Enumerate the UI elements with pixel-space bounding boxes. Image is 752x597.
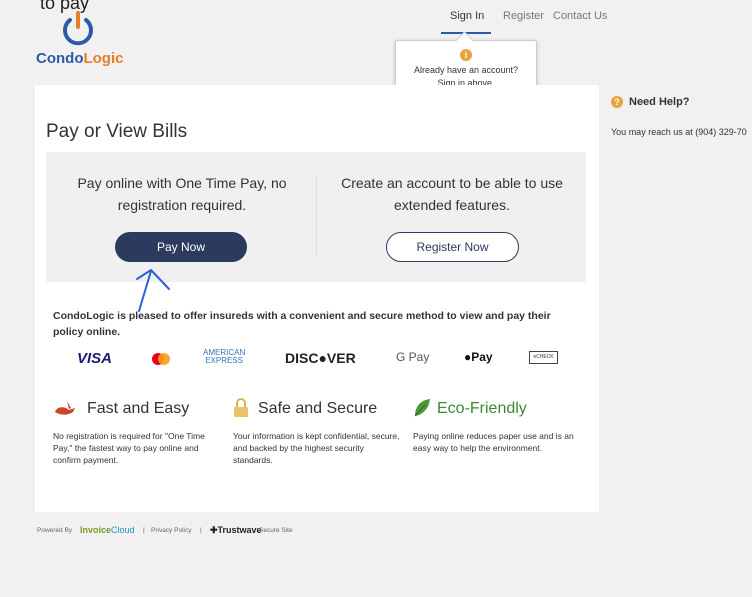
help-question-icon: ? bbox=[611, 96, 623, 108]
rabbit-icon bbox=[55, 401, 75, 415]
trustwave-icon: ✚ bbox=[210, 525, 218, 535]
logo-wordmark: CondoLogic bbox=[36, 50, 123, 67]
discover-logo: DISC●VER bbox=[285, 350, 356, 366]
nav-sign-in[interactable]: Sign In bbox=[450, 10, 484, 22]
tooltip-line-1: Already have an account? bbox=[413, 65, 519, 75]
help-title: Need Help? bbox=[629, 96, 690, 108]
footer-separator: | bbox=[143, 527, 145, 534]
privacy-policy-link[interactable]: Privacy Policy bbox=[151, 527, 191, 534]
feature-desc-secure: Your information is kept confidential, s… bbox=[233, 431, 400, 465]
nav-register[interactable]: Register bbox=[503, 10, 544, 22]
leaf-icon bbox=[414, 399, 430, 417]
feature-desc-fast: No registration is required for "One Tim… bbox=[53, 431, 205, 465]
visa-logo: VISA bbox=[77, 350, 113, 367]
apple-pay-logo: ●Pay bbox=[464, 350, 493, 364]
panel-divider bbox=[316, 174, 317, 258]
footer-separator: | bbox=[200, 527, 202, 534]
invoicecloud-part-2: Cloud bbox=[111, 525, 135, 535]
help-contact-text: You may reach us at (904) 329-70 bbox=[611, 127, 747, 137]
invoicecloud-logo: InvoiceCloud bbox=[80, 525, 135, 535]
trustwave-label: Trustwave bbox=[217, 525, 262, 535]
nav-contact-us[interactable]: Contact Us bbox=[553, 10, 607, 22]
invoicecloud-part-1: Invoice bbox=[80, 525, 112, 535]
echeck-logo: eCHECK bbox=[529, 351, 558, 364]
trustwave-logo: ✚Trustwave bbox=[210, 525, 262, 536]
google-pay-logo: G Pay bbox=[396, 350, 430, 364]
info-icon: i bbox=[460, 49, 472, 61]
one-time-pay-description: Pay online with One Time Pay, no registr… bbox=[77, 175, 287, 213]
mastercard-icon bbox=[152, 353, 170, 365]
page-title: Pay or View Bills bbox=[46, 121, 188, 142]
logo-part-condo: Condo bbox=[36, 50, 84, 67]
amex-line-2: EXPRESS bbox=[205, 356, 244, 365]
amex-logo: AMERICAN EXPRESS bbox=[203, 349, 245, 365]
powered-by-label: Powered By bbox=[37, 527, 73, 534]
create-account-description: Create an account to be able to use exte… bbox=[341, 175, 563, 213]
feature-desc-eco: Paying online reduces paper use and is a… bbox=[413, 431, 574, 453]
feature-title-secure: Safe and Secure bbox=[258, 400, 378, 417]
lock-icon bbox=[234, 398, 248, 417]
intro-text: CondoLogic is pleased to offer insureds … bbox=[53, 310, 551, 338]
feature-title-fast: Fast and Easy bbox=[87, 400, 190, 417]
pay-now-button[interactable]: Pay Now bbox=[115, 232, 247, 262]
power-icon bbox=[63, 11, 93, 46]
register-now-button[interactable]: Register Now bbox=[386, 232, 519, 262]
secure-site-label: Secure Site bbox=[259, 527, 293, 534]
feature-title-eco: Eco-Friendly bbox=[437, 400, 527, 417]
logo-part-logic: Logic bbox=[83, 50, 124, 67]
apple-pay-label: Pay bbox=[471, 350, 493, 364]
annotation-arrow bbox=[136, 269, 170, 312]
